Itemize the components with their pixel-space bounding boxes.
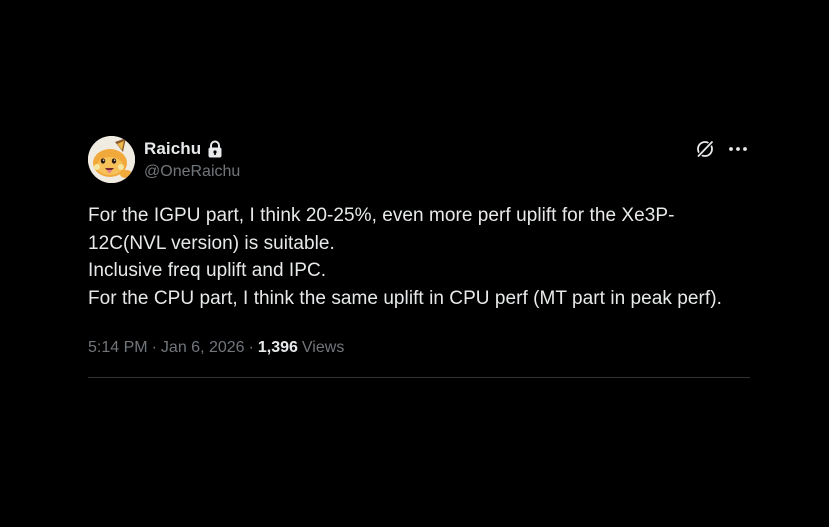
divider — [88, 377, 750, 378]
grok-icon[interactable] — [694, 138, 716, 160]
more-options-icon[interactable] — [726, 138, 750, 160]
tweet-metadata: 5:14 PM · Jan 6, 2026 · 1,396 Views — [88, 339, 750, 357]
meta-separator: · — [151, 339, 157, 356]
tweet-time[interactable]: 5:14 PM — [88, 339, 148, 357]
lock-icon — [207, 140, 223, 158]
display-name[interactable]: Raichu — [144, 139, 201, 159]
header-actions — [694, 138, 750, 160]
tweet-card: Raichu @OneRaichu For the IGPU part, I t… — [88, 136, 750, 378]
tweet-header: Raichu @OneRaichu — [88, 136, 750, 186]
tweet-text-line: Inclusive freq uplift and IPC. — [88, 260, 327, 281]
meta-separator: · — [248, 339, 254, 356]
tweet-text-line: For the IGPU part, I think 20-25%, even … — [88, 205, 675, 254]
raichu-avatar-icon — [88, 136, 135, 183]
tweet-text: For the IGPU part, I think 20-25%, even … — [88, 202, 750, 312]
handle[interactable]: @OneRaichu — [144, 163, 240, 181]
display-name-row: Raichu — [144, 139, 240, 159]
author-names: Raichu @OneRaichu — [144, 139, 240, 181]
views-count[interactable]: 1,396 — [258, 339, 298, 357]
avatar[interactable] — [88, 136, 135, 183]
tweet-text-line: For the CPU part, I think the same uplif… — [88, 287, 722, 309]
views-label: Views — [301, 339, 345, 356]
tweet-date[interactable]: Jan 6, 2026 — [161, 339, 245, 357]
